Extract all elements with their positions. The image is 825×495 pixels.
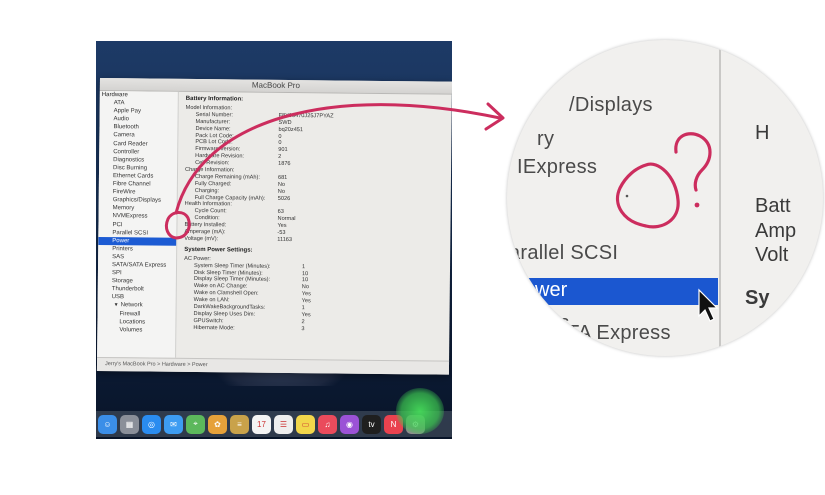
annotation-layer — [164, 102, 712, 240]
question-mark-icon — [674, 132, 712, 192]
annotation-circle-small — [164, 211, 191, 240]
annotation-circle-large — [615, 162, 680, 229]
annotation-arrow-line — [174, 103, 502, 215]
question-mark-dot — [694, 202, 700, 208]
